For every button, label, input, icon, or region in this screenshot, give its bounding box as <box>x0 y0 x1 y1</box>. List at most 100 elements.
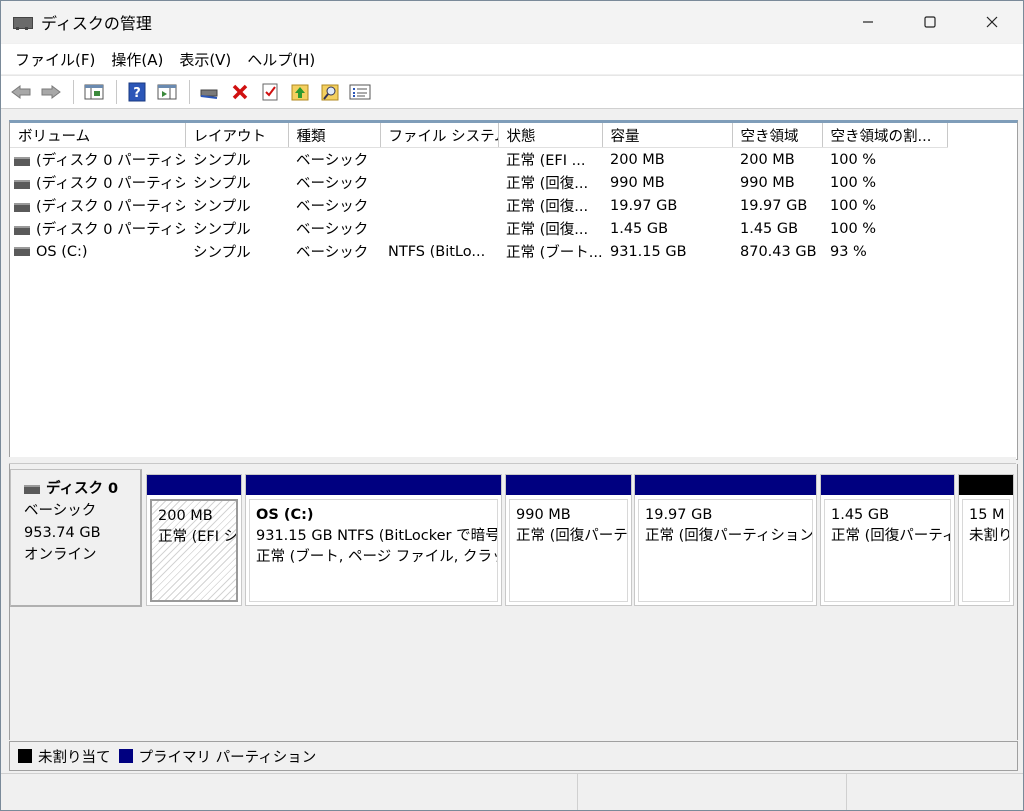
column-header-type[interactable]: 種類 <box>288 123 381 148</box>
volume-icon <box>14 247 30 256</box>
volume-list[interactable]: ボリューム レイアウト 種類 ファイル システム 状態 容量 空き領域 空き領域… <box>9 120 1018 460</box>
partition-status: 正常 (回復パーティション) <box>645 528 813 544</box>
partition-bar <box>506 475 631 495</box>
action-pane-icon <box>157 84 177 100</box>
disk-management-window: ディスクの管理 ファイル(F) 操作(A) 表示(V) ヘルプ(H) ? ボリュ… <box>0 0 1024 811</box>
column-headers: ボリューム レイアウト 種類 ファイル システム 状態 容量 空き領域 空き領域… <box>10 123 948 148</box>
partition-body: OS (C:) 931.15 GB NTFS (BitLocker で暗号化 正… <box>249 499 498 602</box>
filesystem-cell <box>380 171 498 194</box>
delete-icon <box>232 84 248 100</box>
partition-unallocated[interactable]: 15 M 未割り <box>958 474 1014 606</box>
table-row[interactable]: (ディスク 0 パーティショ... シンプル ベーシック 正常 (EFI ...… <box>10 148 947 172</box>
legend-unallocated-label: 未割り当て <box>38 749 111 766</box>
minimize-button[interactable] <box>837 1 899 43</box>
forward-icon <box>41 85 61 99</box>
volume-name: (ディスク 0 パーティショ... <box>36 153 185 169</box>
table-row[interactable]: (ディスク 0 パーティショ... シンプル ベーシック 正常 (回復... 9… <box>10 171 947 194</box>
partition-recovery-1[interactable]: 990 MB 正常 (回復パーテ <box>505 474 632 606</box>
title-bar: ディスクの管理 <box>1 1 1023 43</box>
partition-body: 19.97 GB 正常 (回復パーティション) <box>638 499 813 602</box>
partition-bar <box>147 475 241 495</box>
status-cell: 正常 (回復... <box>506 222 589 238</box>
type-cell: ベーシック <box>296 153 369 169</box>
help-button[interactable]: ? <box>123 79 151 105</box>
partition-status: 正常 (EFI シ <box>158 529 238 545</box>
help-icon: ? <box>128 82 146 102</box>
pane-splitter[interactable] <box>9 457 1016 464</box>
close-button[interactable] <box>961 1 1023 43</box>
disk-info[interactable]: ディスク 0 ベーシック 953.74 GB オンライン <box>10 469 142 607</box>
column-header-free-space[interactable]: 空き領域 <box>732 123 823 148</box>
status-cell: 正常 (ブート... <box>506 245 602 261</box>
back-button[interactable] <box>7 79 35 105</box>
free-space-cell: 200 MB <box>740 151 795 168</box>
properties-button[interactable] <box>256 79 284 105</box>
import-button[interactable] <box>286 79 314 105</box>
capacity-cell: 1.45 GB <box>610 220 669 237</box>
delete-button[interactable] <box>226 79 254 105</box>
partition-body: 1.45 GB 正常 (回復パーティ <box>824 499 951 602</box>
volume-cell: OS (C:) <box>10 240 185 263</box>
type-cell: ベーシック <box>296 245 369 261</box>
volume-icon <box>14 225 30 235</box>
menu-file[interactable]: ファイル(F) <box>7 49 103 70</box>
filesystem-cell <box>380 148 498 172</box>
status-bar <box>1 773 1023 810</box>
menu-help[interactable]: ヘルプ(H) <box>239 49 323 70</box>
legend-primary-label: プライマリ パーティション <box>138 749 317 766</box>
partition-body: 990 MB 正常 (回復パーテ <box>509 499 628 602</box>
partition-os[interactable]: OS (C:) 931.15 GB NTFS (BitLocker で暗号化 正… <box>245 474 502 606</box>
disk-map-panel: ディスク 0 ベーシック 953.74 GB オンライン 200 MB 正常 (… <box>9 464 1018 740</box>
table-row[interactable]: (ディスク 0 パーティショ... シンプル ベーシック 正常 (回復... 1… <box>10 194 947 217</box>
column-header-filesystem[interactable]: ファイル システム <box>380 123 499 148</box>
legend-primary-swatch <box>118 749 133 763</box>
partition-size: 19.97 GB <box>645 507 713 523</box>
partition-bar <box>635 475 816 495</box>
table-row[interactable]: OS (C:) シンプル ベーシック NTFS (BitLo... 正常 (ブー… <box>10 240 947 263</box>
console-tree-button[interactable] <box>80 79 108 105</box>
volume-name: OS (C:) <box>36 243 88 260</box>
menu-view[interactable]: 表示(V) <box>171 49 239 70</box>
filesystem-cell <box>380 217 498 240</box>
column-header-percent-free[interactable]: 空き領域の割... <box>822 123 948 148</box>
free-space-cell: 990 MB <box>740 174 795 191</box>
column-header-layout[interactable]: レイアウト <box>185 123 289 148</box>
import-icon <box>291 84 309 101</box>
layout-cell: シンプル <box>193 199 251 215</box>
partition-size: 15 M <box>969 507 1005 523</box>
disk-status: オンライン <box>24 547 97 563</box>
partition-status: 未割り <box>969 528 1010 544</box>
connect-drive-icon <box>200 89 218 99</box>
status-segment <box>847 774 1023 810</box>
capacity-cell: 200 MB <box>610 151 665 168</box>
back-icon <box>11 85 31 99</box>
toolbar-separator <box>73 80 74 104</box>
column-header-volume[interactable]: ボリューム <box>10 123 186 148</box>
partition-bar <box>246 475 501 495</box>
partition-recovery-3[interactable]: 1.45 GB 正常 (回復パーティ <box>820 474 955 606</box>
search-button[interactable] <box>316 79 344 105</box>
maximize-button[interactable] <box>899 1 961 43</box>
menu-action[interactable]: 操作(A) <box>103 49 171 70</box>
action-pane-button[interactable] <box>153 79 181 105</box>
volume-icon <box>14 156 30 166</box>
list-icon <box>349 84 371 100</box>
table-row[interactable]: (ディスク 0 パーティショ... シンプル ベーシック 正常 (回復... 1… <box>10 217 947 240</box>
free-space-cell: 1.45 GB <box>740 220 799 237</box>
partition-efi[interactable]: 200 MB 正常 (EFI シ <box>146 474 242 606</box>
status-segment <box>578 774 847 810</box>
volume-cell: (ディスク 0 パーティショ... <box>10 148 185 172</box>
partition-size: 931.15 GB NTFS (BitLocker で暗号化 <box>256 528 498 544</box>
partition-recovery-2[interactable]: 19.97 GB 正常 (回復パーティション) <box>634 474 817 606</box>
list-button[interactable] <box>346 79 374 105</box>
column-header-capacity[interactable]: 容量 <box>602 123 733 148</box>
forward-button[interactable] <box>37 79 65 105</box>
svg-text:?: ? <box>133 86 141 101</box>
partition-body: 15 M 未割り <box>962 499 1010 602</box>
status-segment <box>1 774 578 810</box>
toolbar-separator <box>189 80 190 104</box>
status-cell: 正常 (回復... <box>506 199 589 215</box>
disk-size: 953.74 GB <box>24 525 101 541</box>
column-header-status[interactable]: 状態 <box>498 123 603 148</box>
connect-drive-button[interactable] <box>196 79 224 105</box>
